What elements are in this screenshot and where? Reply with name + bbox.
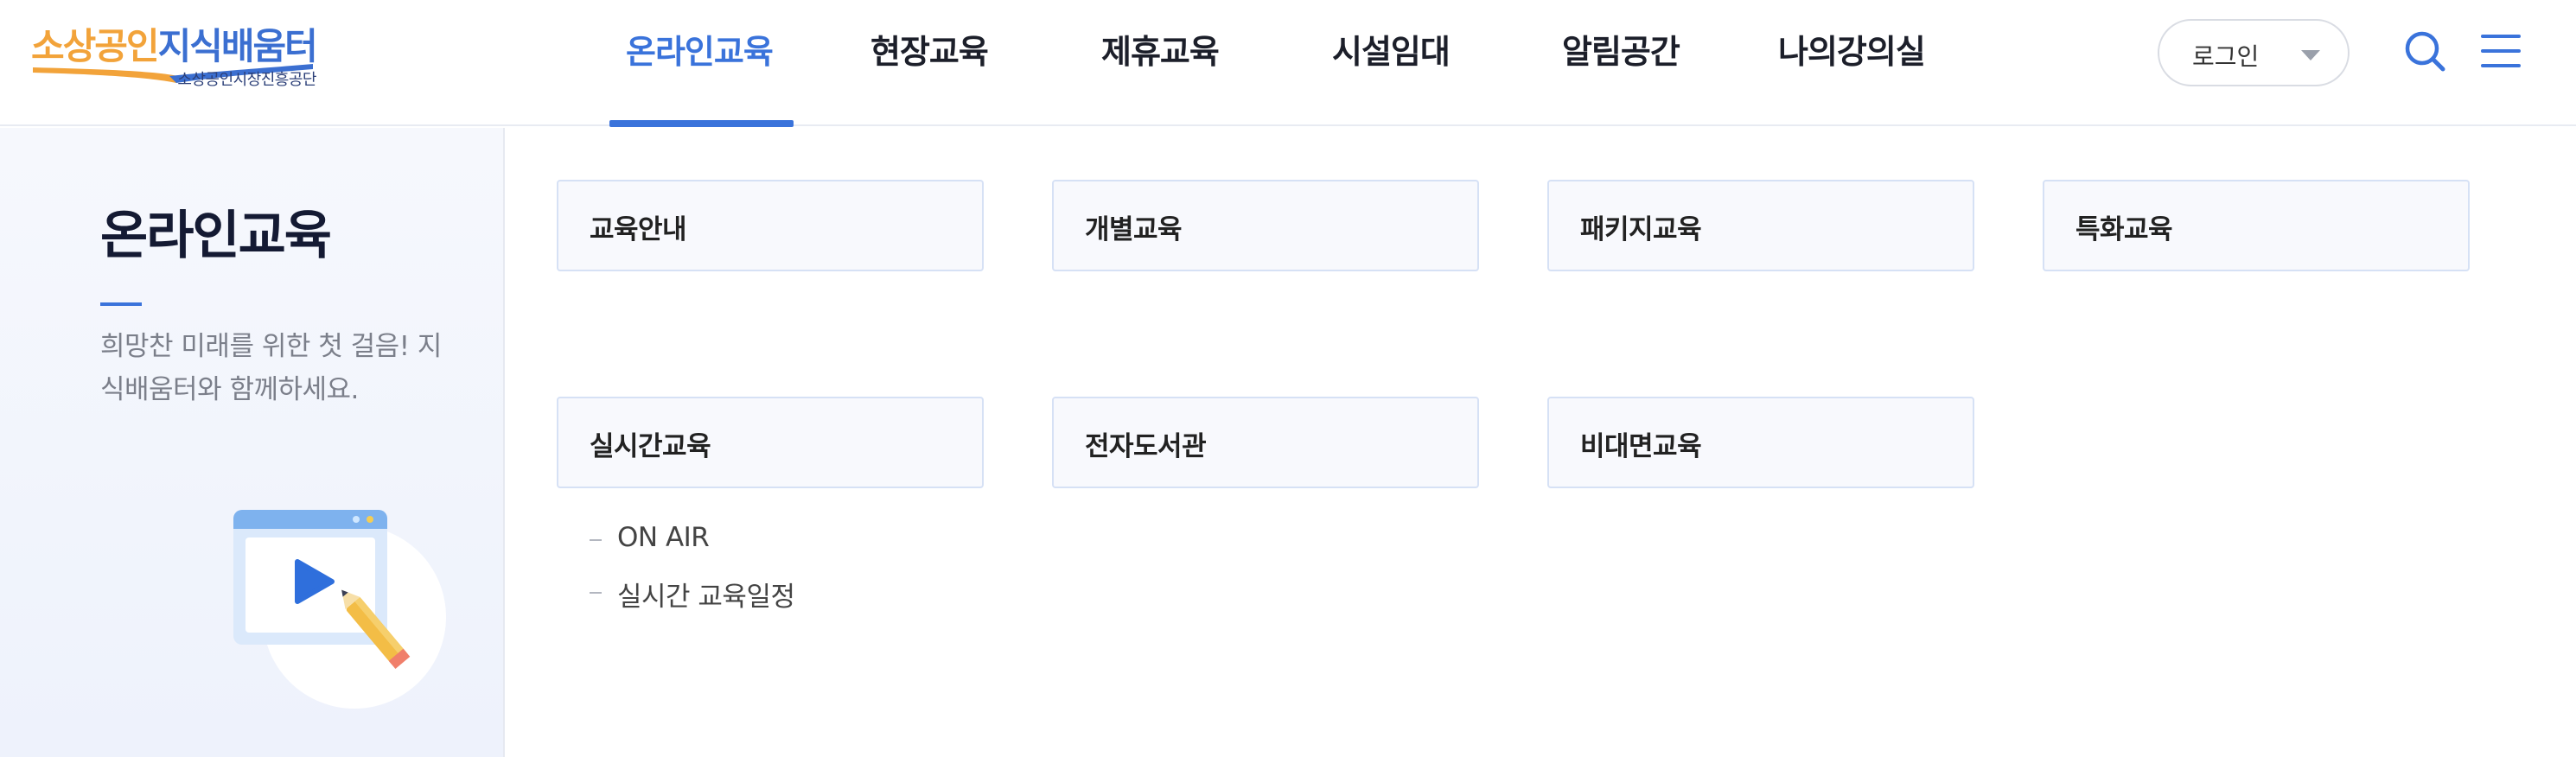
nav-active-indicator [609,120,794,127]
side-panel-title: 온라인교육 [100,206,332,266]
dash-icon [590,592,602,594]
mega-menu-side-panel: 온라인교육 희망찬 미래를 위한 첫 걸음! 지식배움터와 함께하세요. [0,128,505,757]
video-play-pencil-illustration [233,510,446,709]
login-label: 로그인 [2192,42,2260,71]
menu-card-label: 실시간교육 [590,431,711,462]
submenu-label: ON AIR [617,522,710,553]
menu-card-e-library[interactable]: 전자도서관 [1052,397,1479,488]
search-icon [2405,31,2445,72]
nav-item-online-education[interactable]: 온라인교육 [626,26,774,78]
caret-down-icon [2301,50,2320,60]
menu-card-package-education[interactable]: 패키지교육 [1547,180,1974,271]
logo-subtitle: 소상공인시장진흥공단 [177,71,316,89]
menu-card-label: 특화교육 [2075,214,2173,245]
site-header: 소상공인지식배움터 소상공인시장진흥공단 온라인교육 현장교육 제휴교육 시설임… [0,0,2576,127]
menu-card-label: 교육안내 [590,214,687,245]
nav-item-partner-education[interactable]: 제휴교육 [1101,26,1220,78]
menu-card-realtime-education[interactable]: 실시간교육 [557,397,984,488]
login-dropdown-button[interactable]: 로그인 [2158,19,2350,86]
site-logo[interactable]: 소상공인지식배움터 소상공인시장진흥공단 [31,17,318,90]
nav-item-facility-rental[interactable]: 시설임대 [1332,26,1451,78]
nav-item-field-education[interactable]: 현장교육 [870,26,989,78]
menu-card-label: 패키지교육 [1580,214,1702,245]
side-panel-description: 희망찬 미래를 위한 첫 걸음! 지식배움터와 함께하세요. [100,331,442,405]
nav-item-my-classroom[interactable]: 나의강의실 [1778,26,1926,78]
search-button[interactable] [2400,26,2452,78]
menu-card-label: 전자도서관 [1085,431,1207,462]
menu-card-education-guide[interactable]: 교육안내 [557,180,984,271]
all-menu-button[interactable] [2476,26,2528,78]
title-divider [100,302,142,306]
menu-card-label: 비대면교육 [1580,431,1702,462]
submenu-label: 실시간 교육일정 [617,582,795,613]
nav-item-notice[interactable]: 알림공간 [1562,26,1680,78]
menu-card-label: 개별교육 [1085,214,1183,245]
menu-card-individual-education[interactable]: 개별교육 [1052,180,1479,271]
hamburger-menu-icon [2481,35,2521,67]
dash-icon [590,539,602,541]
menu-card-specialized-education[interactable]: 특화교육 [2043,180,2470,271]
menu-card-untact-education[interactable]: 비대면교육 [1547,397,1974,488]
